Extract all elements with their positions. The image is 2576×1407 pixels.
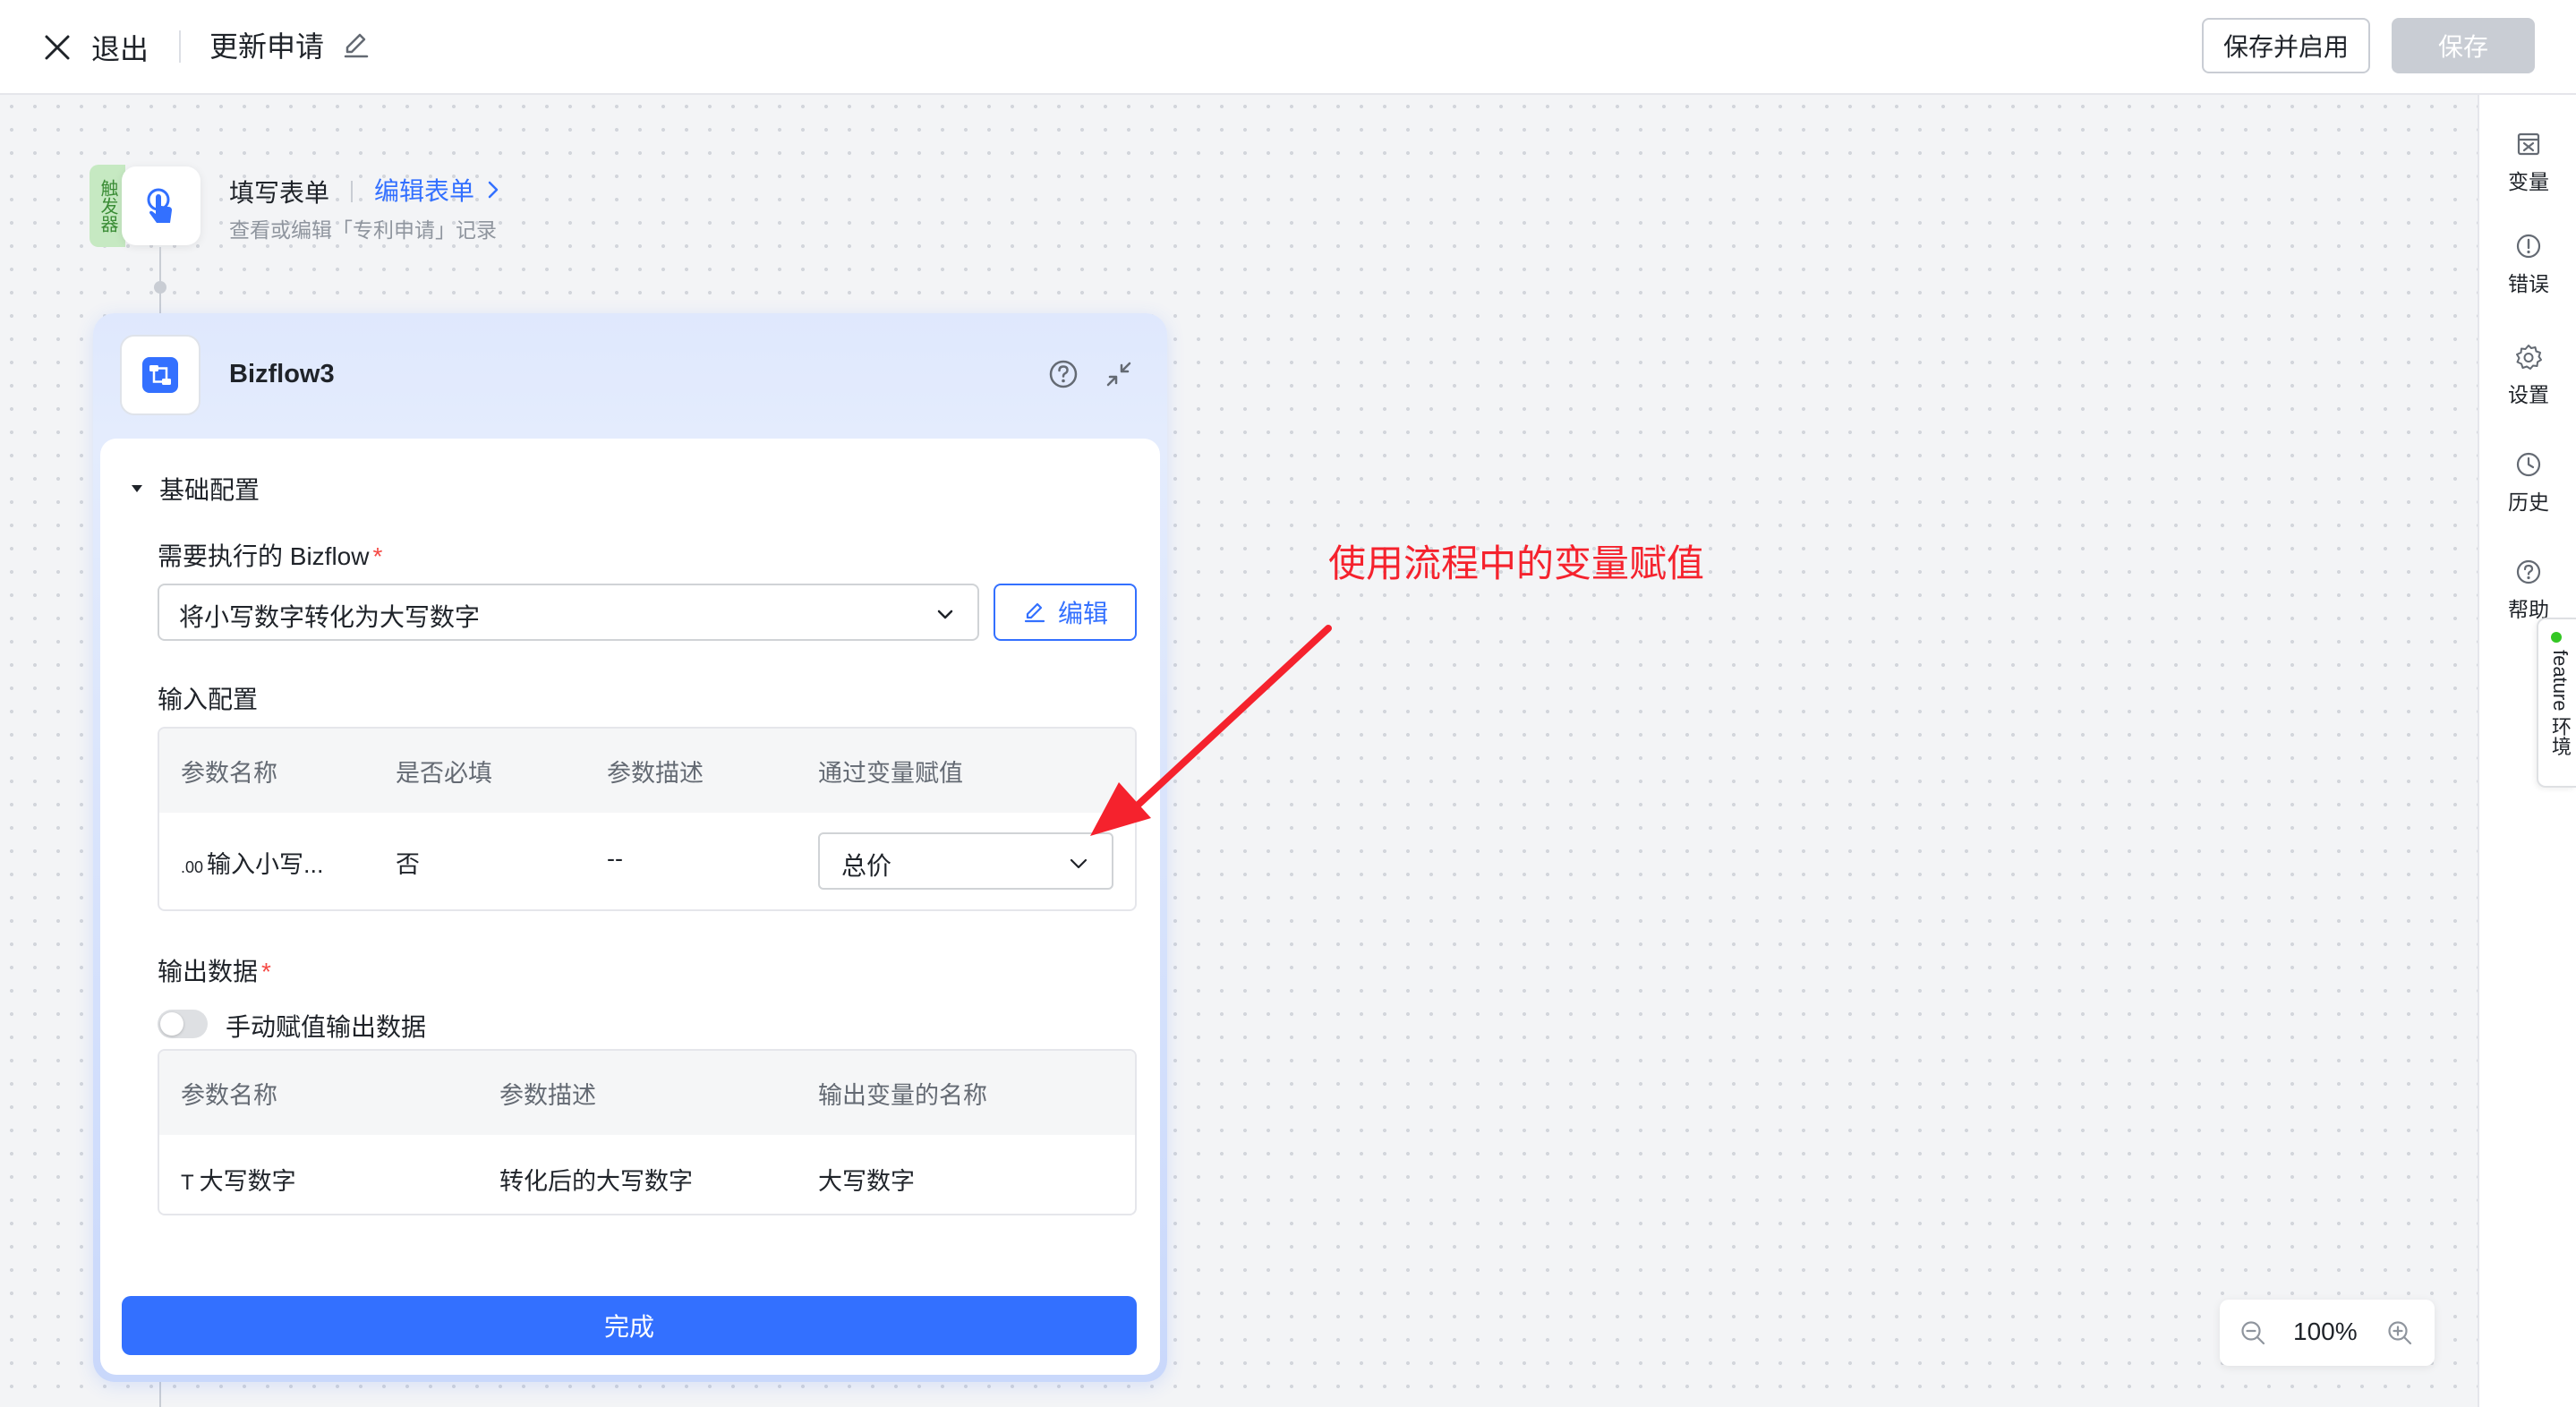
- help-icon: [2516, 559, 2541, 584]
- status-dot: [2551, 632, 2562, 643]
- zoom-control: 100%: [2220, 1300, 2435, 1366]
- manual-output-toggle[interactable]: [158, 1010, 208, 1038]
- trigger-badge-text: 触发器: [98, 179, 117, 233]
- zoom-level: 100%: [2293, 1317, 2358, 1345]
- exit-button[interactable]: 退出: [39, 23, 149, 72]
- edit-icon: [1024, 602, 1045, 623]
- output-param-table: 参数名称 参数描述 输出变量的名称 T 大写数字 转化后的大写数字 大写数字: [158, 1049, 1137, 1215]
- column-header: 参数名称: [181, 1082, 277, 1109]
- divider: [351, 181, 353, 202]
- sidebar-item-settings[interactable]: 设置: [2479, 342, 2576, 422]
- table-header: [159, 1051, 1135, 1135]
- trigger-badge: 触发器: [90, 165, 125, 247]
- connector-dot: [154, 281, 166, 294]
- output-data-title: 输出数据: [158, 958, 259, 985]
- caret-down-icon: [132, 485, 142, 492]
- chevron-down-icon: [937, 610, 953, 619]
- description-cell: 转化后的大写数字: [499, 1168, 693, 1195]
- param-name: 大写数字: [199, 1168, 296, 1195]
- annotation-text: 使用流程中的变量赋值: [1328, 542, 1705, 584]
- bizflow-select[interactable]: 将小写数字转化为大写数字: [158, 584, 979, 641]
- variable-select[interactable]: 总价: [818, 832, 1113, 890]
- column-header: 参数名称: [181, 760, 277, 787]
- param-name: 输入小写...: [207, 851, 324, 878]
- output-variable-name-cell: 大写数字: [818, 1168, 915, 1195]
- clock-icon: [2516, 452, 2541, 477]
- zoom-in-icon[interactable]: [2386, 1319, 2413, 1346]
- chevron-down-icon: [1070, 858, 1088, 869]
- bizflow-node-icon: [120, 335, 200, 415]
- trigger-description: 查看或编辑「专利申请」记录: [229, 218, 497, 242]
- feature-environment-label: feature 环境: [2549, 650, 2572, 756]
- required-cell: 否: [396, 851, 420, 878]
- page-title: 更新申请: [209, 30, 325, 63]
- sidebar-item-label: 历史: [2508, 490, 2549, 514]
- toggle-knob: [160, 1012, 183, 1036]
- param-name-cell: T 大写数字: [181, 1162, 296, 1197]
- save-button[interactable]: 保存: [2392, 18, 2535, 73]
- error-icon: [2516, 234, 2541, 259]
- node-title: Bizflow3: [229, 360, 335, 388]
- done-button[interactable]: 完成: [122, 1296, 1137, 1355]
- bizflow-node-card: Bizflow3 基础配置 需要执行的 Bizflow * 将小写数字转化为大写数…: [93, 313, 1167, 1382]
- bizflow-icon: [142, 357, 178, 393]
- flow-field-label: 需要执行的 Bizflow *: [158, 537, 382, 573]
- variable-select-value: 总价: [841, 852, 892, 880]
- gear-icon: [2516, 345, 2542, 370]
- tap-hand-icon: [147, 188, 172, 223]
- column-header: 是否必填: [396, 760, 492, 787]
- manual-output-label: 手动赋值输出数据: [226, 1013, 427, 1041]
- sidebar-item-label: 变量: [2508, 170, 2549, 193]
- trigger-node-icon[interactable]: [122, 166, 200, 245]
- sidebar-item-errors[interactable]: 错误: [2479, 231, 2576, 311]
- required-mark: *: [372, 542, 383, 570]
- node-config-panel: 基础配置 需要执行的 Bizflow * 将小写数字转化为大写数字 编辑 输入配置…: [100, 439, 1160, 1375]
- save-and-enable-button[interactable]: 保存并启用: [2202, 18, 2370, 73]
- collapse-icon[interactable]: [1103, 358, 1135, 390]
- sidebar-item-label: 错误: [2508, 272, 2549, 295]
- basic-config-title: 基础配置: [159, 476, 260, 504]
- column-header: 参数描述: [499, 1082, 596, 1109]
- help-icon[interactable]: [1047, 358, 1079, 390]
- bizflow-select-value: 将小写数字转化为大写数字: [179, 603, 481, 631]
- required-mark: *: [261, 958, 271, 985]
- output-data-label: 输出数据 *: [158, 952, 271, 988]
- edit-form-label: 编辑表单: [374, 177, 475, 205]
- edit-form-link[interactable]: 编辑表单: [374, 172, 505, 208]
- number-type-icon: .00: [181, 858, 204, 876]
- trigger-title: 填写表单: [229, 179, 330, 207]
- top-bar: 退出 更新申请 保存并启用 保存: [0, 0, 2576, 95]
- connector-line: [159, 1378, 161, 1407]
- sidebar-item-history[interactable]: 历史: [2479, 449, 2576, 530]
- param-name-cell: .00 输入小写...: [181, 845, 324, 880]
- divider: [179, 30, 181, 63]
- chevron-right-icon: [488, 181, 499, 199]
- edit-pencil-icon[interactable]: [340, 29, 372, 61]
- variable-icon: [2517, 132, 2540, 156]
- column-header: 通过变量赋值: [818, 760, 963, 787]
- feature-environment-tab[interactable]: feature 环境: [2537, 618, 2576, 788]
- sidebar-item-label: 设置: [2508, 383, 2549, 406]
- text-type-icon: T: [181, 1171, 194, 1195]
- input-param-table: 参数名称 是否必填 参数描述 通过变量赋值 .00 输入小写... 否 -- 总…: [158, 727, 1137, 911]
- exit-label: 退出: [91, 33, 149, 65]
- zoom-out-icon[interactable]: [2239, 1319, 2266, 1346]
- basic-config-toggle[interactable]: 基础配置: [127, 471, 260, 507]
- column-header: 参数描述: [607, 760, 704, 787]
- description-cell: --: [607, 845, 623, 872]
- input-config-title: 输入配置: [158, 686, 259, 713]
- flow-label-text: 需要执行的 Bizflow: [158, 542, 370, 570]
- column-header: 输出变量的名称: [818, 1082, 987, 1109]
- close-icon: [45, 35, 70, 60]
- sidebar-item-variables[interactable]: 变量: [2479, 129, 2576, 209]
- annotation-arrow: [1090, 625, 1332, 836]
